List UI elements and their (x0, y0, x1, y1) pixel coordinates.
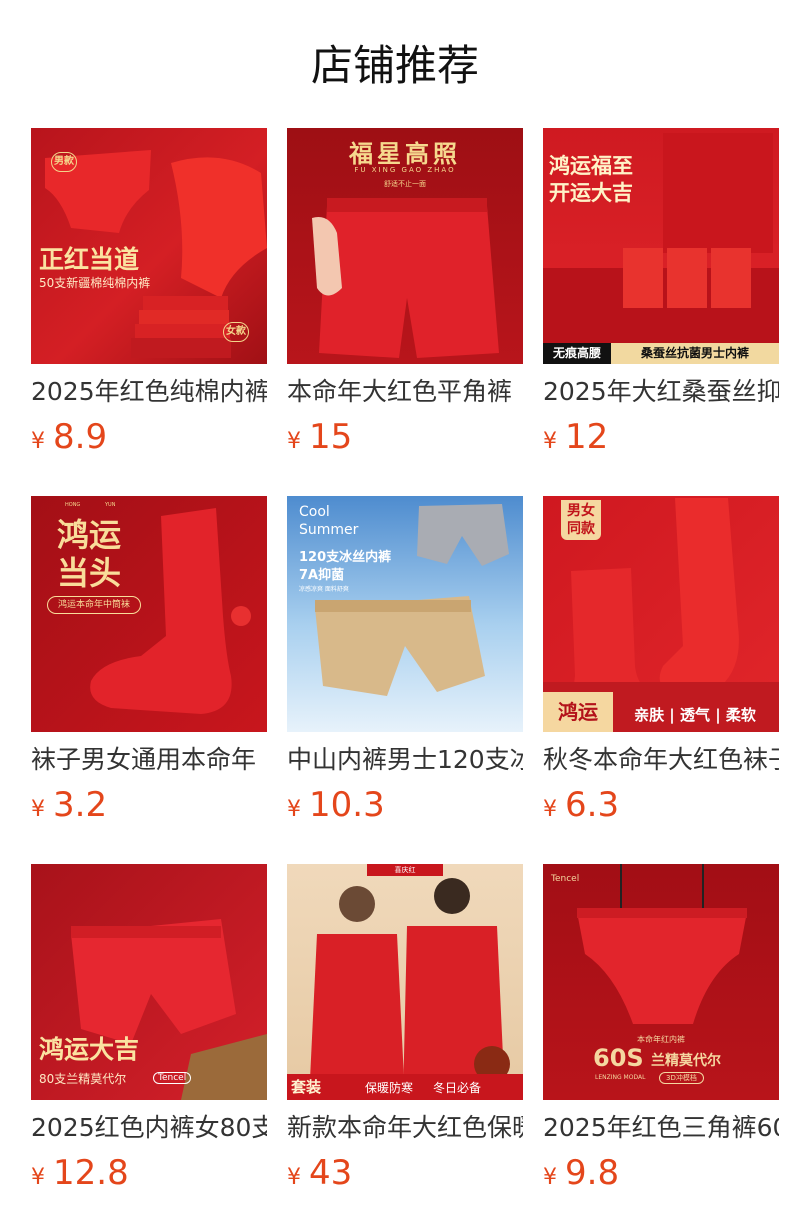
banner-left: 鸿运 (543, 692, 613, 732)
tag-male: 男款 (51, 152, 77, 172)
product-image[interactable]: 鸿运大吉 80支兰精莫代尔 Tencel (31, 864, 267, 1100)
currency-symbol: ¥ (543, 797, 557, 822)
product-price: ¥9.8 (543, 1153, 619, 1193)
product-image[interactable]: Cool Summer 120支冰丝内裤 7A抑菌 凉感凉爽 面料舒爽 (287, 496, 523, 732)
page-title: 店铺推荐 (310, 41, 479, 90)
image-line-2: 兰精莫代尔 (651, 1053, 721, 1069)
product-price: ¥12.8 (31, 1153, 129, 1193)
currency-symbol: ¥ (31, 1165, 45, 1190)
product-name[interactable]: 2025年红色纯棉内裤 (31, 375, 267, 409)
image-line-1: 本命年红内裤 (637, 1035, 685, 1044)
image-tagline: 舒适不止一面 (384, 180, 426, 188)
image-subline: 鸿运本命年中筒袜 (47, 596, 141, 614)
product-price: ¥10.3 (287, 785, 385, 825)
product-price: ¥8.9 (31, 417, 107, 457)
price-value: 3.2 (53, 785, 108, 825)
product-image[interactable]: 男女同款 鸿运 亲肤 | 透气 | 柔软 (543, 496, 779, 732)
small-right: YUN (105, 502, 116, 508)
product-price: ¥43 (287, 1153, 352, 1193)
image-headline-1: Cool (299, 504, 330, 520)
product-name[interactable]: 新款本命年大红色保暖 (287, 1111, 523, 1145)
product-name[interactable]: 本命年大红色平角裤 (287, 375, 523, 409)
image-headline: 鸿运大吉 (39, 1035, 140, 1064)
product-card[interactable]: 喜庆红 套装 保暖防寒 冬日必备 新款本命年大红色保暖 ¥43 (287, 864, 523, 1232)
currency-symbol: ¥ (543, 429, 557, 454)
small-left: HONG (65, 502, 81, 508)
product-card[interactable]: HONG YUN 鸿运 当头 鸿运本命年中筒袜 袜子男女通用本命年 ¥3.2 (31, 496, 267, 864)
price-value: 43 (309, 1153, 353, 1193)
image-headline-2: 当头 (57, 554, 122, 592)
image-tag: 3D冲模档 (659, 1072, 704, 1084)
product-image[interactable]: Tencel 本命年红内裤 60S 兰精莫代尔 LENZING MODAL 3D… (543, 864, 779, 1100)
currency-symbol: ¥ (31, 797, 45, 822)
product-image[interactable]: 男款 正红当道 50支新疆棉纯棉内裤 女款 (31, 128, 267, 364)
product-card[interactable]: 男女同款 鸿运 亲肤 | 透气 | 柔软 秋冬本命年大红色袜子 ¥6.3 (543, 496, 779, 864)
currency-symbol: ¥ (31, 429, 45, 454)
product-card[interactable]: 福星高照 FU XING GAO ZHAO 舒适不止一面 本命年大红色平角裤 ¥… (287, 128, 523, 496)
product-card[interactable]: Tencel 本命年红内裤 60S 兰精莫代尔 LENZING MODAL 3D… (543, 864, 779, 1232)
product-name[interactable]: 2025红色内裤女80支 (31, 1111, 267, 1145)
product-price: ¥6.3 (543, 785, 619, 825)
price-value: 6.3 (565, 785, 620, 825)
currency-symbol: ¥ (287, 1165, 301, 1190)
product-image[interactable]: 福星高照 FU XING GAO ZHAO 舒适不止一面 (287, 128, 523, 364)
product-grid: 男款 正红当道 50支新疆棉纯棉内裤 女款 2025年红色纯棉内裤 ¥8.9 福… (31, 128, 779, 1232)
price-value: 8.9 (53, 417, 108, 457)
product-image[interactable]: 鸿运福至 开运大吉 无痕高腰 桑蚕丝抗菌男士内裤 (543, 128, 779, 364)
product-name[interactable]: 袜子男女通用本命年 (31, 743, 267, 777)
image-big: 60S (593, 1044, 644, 1072)
product-name[interactable]: 2025年红色三角裤60S (543, 1111, 779, 1145)
image-headline-2: 开运大吉 (549, 181, 633, 205)
product-card[interactable]: 鸿运大吉 80支兰精莫代尔 Tencel 2025红色内裤女80支 ¥12.8 (31, 864, 267, 1232)
image-small: LENZING MODAL (595, 1074, 646, 1081)
image-headline: 福星高照 (349, 139, 461, 168)
banner-left: 套装 (291, 1078, 322, 1096)
product-price: ¥3.2 (31, 785, 107, 825)
image-line-1: 120支冰丝内裤 (299, 550, 392, 565)
image-subline: 50支新疆棉纯棉内裤 (39, 276, 151, 290)
product-card[interactable]: 鸿运福至 开运大吉 无痕高腰 桑蚕丝抗菌男士内裤 2025年大红桑蚕丝抑 ¥12 (543, 128, 779, 496)
image-brand: Tencel (153, 1072, 192, 1084)
product-name[interactable]: 秋冬本命年大红色袜子 (543, 743, 779, 777)
image-line-3: 凉感凉爽 面料舒爽 (299, 586, 349, 593)
product-name[interactable]: 中山内裤男士120支冰 (287, 743, 523, 777)
price-value: 9.8 (565, 1153, 620, 1193)
image-brand: Tencel (551, 874, 580, 884)
product-name[interactable]: 2025年大红桑蚕丝抑 (543, 375, 779, 409)
price-value: 15 (309, 417, 353, 457)
currency-symbol: ¥ (543, 1165, 557, 1190)
image-headline: 正红当道 (39, 245, 140, 274)
product-card[interactable]: 男款 正红当道 50支新疆棉纯棉内裤 女款 2025年红色纯棉内裤 ¥8.9 (31, 128, 267, 496)
image-line-2: 7A抑菌 (299, 568, 345, 583)
product-image[interactable]: HONG YUN 鸿运 当头 鸿运本命年中筒袜 (31, 496, 267, 732)
product-card[interactable]: Cool Summer 120支冰丝内裤 7A抑菌 凉感凉爽 面料舒爽 中山内裤… (287, 496, 523, 864)
currency-symbol: ¥ (287, 429, 301, 454)
banner-right: 冬日必备 (433, 1081, 482, 1095)
price-value: 12 (565, 417, 609, 457)
banner-right: 桑蚕丝抗菌男士内裤 (611, 343, 779, 364)
price-value: 12.8 (53, 1153, 129, 1193)
currency-symbol: ¥ (287, 797, 301, 822)
product-price: ¥12 (543, 417, 608, 457)
image-tag: 男女同款 (561, 500, 601, 540)
tag-female: 女款 (223, 322, 249, 342)
image-subline: 80支兰精莫代尔 (39, 1072, 127, 1086)
banner-right: 亲肤 | 透气 | 柔软 (634, 706, 756, 724)
product-price: ¥15 (287, 417, 352, 457)
image-headline-1: 鸿运福至 (549, 154, 633, 178)
banner-left: 无痕高腰 (543, 343, 611, 364)
banner-mid: 保暖防寒 (365, 1081, 414, 1095)
price-value: 10.3 (309, 785, 385, 825)
product-image[interactable]: 喜庆红 套装 保暖防寒 冬日必备 (287, 864, 523, 1100)
image-subline: FU XING GAO ZHAO (354, 166, 456, 174)
image-top-tag: 喜庆红 (367, 864, 443, 876)
image-headline-2: Summer (299, 522, 359, 538)
thermal-set-graphic (309, 878, 510, 1100)
